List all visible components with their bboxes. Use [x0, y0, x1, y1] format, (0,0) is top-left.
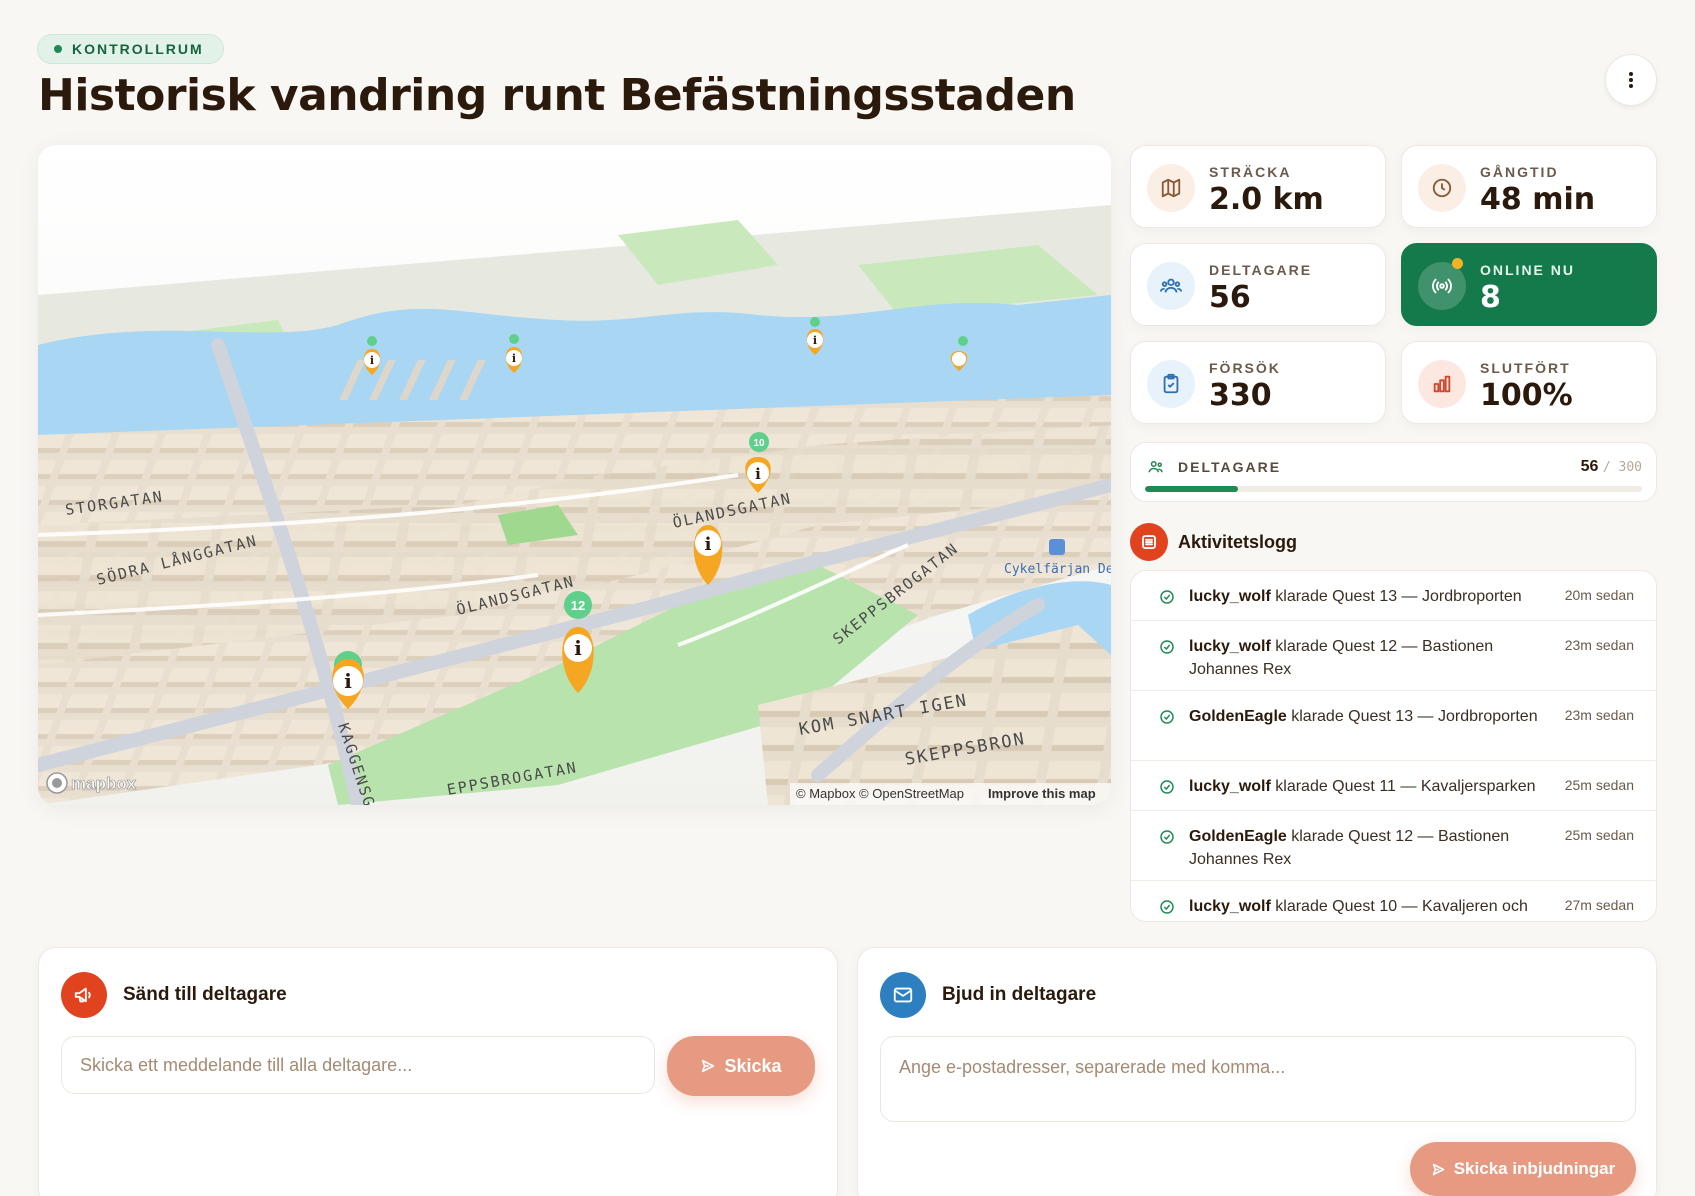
activity-log-item: lucky_wolf klarade Quest 11 — Kavaljersp… — [1131, 761, 1656, 811]
activity-text: GoldenEagle klarade Quest 13 — Jordbropo… — [1189, 708, 1538, 725]
route-map[interactable]: STORGATAN SÖDRA LÅNGGATAN ÖLANDSGATAN ÖL… — [38, 145, 1111, 805]
stat-value: 330 — [1209, 378, 1272, 413]
activity-log-item: lucky_wolf klarade Quest 13 — Jordbropor… — [1131, 571, 1656, 621]
activity-text: lucky_wolf klarade Quest 11 — Kavaljersp… — [1189, 778, 1536, 795]
megaphone-icon — [61, 972, 107, 1018]
activity-log-item: lucky_wolf klarade Quest 10 — Kavaljeren… — [1131, 881, 1656, 921]
svg-text:i: i — [344, 669, 352, 693]
stat-label: DELTAGARE — [1209, 262, 1313, 278]
svg-text:i: i — [512, 352, 516, 365]
send-invitations-label: Skicka inbjudningar — [1453, 1159, 1616, 1178]
activity-text: lucky_wolf klarade Quest 12 — Bastionen … — [1189, 638, 1494, 678]
progress-fill — [1145, 486, 1238, 492]
activity-time: 23m sedan — [1564, 707, 1634, 723]
activity-log-item: GoldenEagle klarade Quest 12 — Bastionen… — [1131, 811, 1656, 881]
svg-text:12: 12 — [571, 598, 585, 613]
badge-label: KONTROLLRUM — [72, 41, 204, 57]
improve-map-link[interactable]: Improve this map — [988, 786, 1096, 801]
svg-text:i: i — [370, 354, 374, 367]
participants-progress: DELTAGARE 56 / 300 — [1130, 442, 1657, 502]
more-options-button[interactable] — [1605, 54, 1657, 106]
invite-panel: Bjud in deltagare Ange e-postadresser, s… — [857, 947, 1657, 1196]
check-circle-icon — [1160, 590, 1174, 604]
check-circle-icon — [1160, 830, 1174, 844]
activity-time: 25m sedan — [1564, 827, 1634, 843]
progress-count: 56 / 300 — [1580, 458, 1642, 475]
poi-label: Cykelfärjan Des — [1004, 562, 1111, 577]
broadcast-panel: Sänd till deltagare Skicka ett meddeland… — [38, 947, 838, 1196]
activity-log-header: Aktivitetslogg — [1130, 523, 1297, 561]
more-vertical-icon — [1629, 72, 1633, 88]
svg-text:i: i — [574, 636, 582, 660]
stat-value: 8 — [1480, 280, 1501, 315]
stat-label: FÖRSÖK — [1209, 360, 1281, 376]
invite-emails-input[interactable]: Ange e-postadresser, separerade med komm… — [880, 1036, 1636, 1122]
activity-text: lucky_wolf klarade Quest 13 — Jordbropor… — [1189, 588, 1522, 605]
progress-track — [1145, 486, 1642, 492]
bar-chart-icon — [1418, 360, 1466, 408]
invite-title: Bjud in deltagare — [942, 984, 1097, 1005]
stat-label: GÅNGTID — [1480, 164, 1559, 180]
list-icon — [1130, 523, 1168, 561]
activity-time: 25m sedan — [1564, 777, 1634, 793]
stat-value: 100% — [1480, 378, 1573, 413]
map-icon — [1147, 164, 1195, 212]
stat-completed: SLUTFÖRT 100% — [1401, 341, 1657, 424]
stat-participants: DELTAGARE 56 — [1130, 243, 1386, 326]
activity-time: 23m sedan — [1564, 637, 1634, 653]
control-room-badge: KONTROLLRUM — [37, 34, 224, 64]
ferry-icon — [1049, 539, 1065, 555]
svg-text:i: i — [813, 334, 817, 347]
stat-attempts: FÖRSÖK 330 — [1130, 341, 1386, 424]
broadcast-title: Sänd till deltagare — [123, 984, 287, 1005]
broadcast-icon — [1418, 262, 1466, 310]
activity-log-item: GoldenEagle klarade Quest 13 — Jordbropo… — [1131, 691, 1656, 761]
clipboard-check-icon — [1147, 360, 1195, 408]
svg-text:i: i — [705, 534, 712, 555]
svg-text:i: i — [755, 465, 761, 483]
page-title: Historisk vandring runt Befästningsstade… — [38, 70, 1076, 121]
stat-value: 56 — [1209, 280, 1251, 315]
mail-icon — [880, 972, 926, 1018]
users-icon — [1148, 461, 1163, 473]
users-icon — [1147, 262, 1195, 310]
map-attribution[interactable]: © Mapbox © OpenStreetMap — [796, 786, 964, 801]
stat-label: SLUTFÖRT — [1480, 360, 1571, 376]
send-invitations-button[interactable]: Skicka inbjudningar — [1410, 1142, 1636, 1196]
stat-value: 48 min — [1480, 182, 1596, 217]
broadcast-message-input[interactable]: Skicka ett meddelande till alla deltagar… — [61, 1036, 655, 1094]
check-circle-icon — [1160, 780, 1174, 794]
activity-time: 20m sedan — [1564, 587, 1634, 603]
send-icon — [702, 1059, 715, 1073]
activity-log[interactable]: lucky_wolf klarade Quest 13 — Jordbropor… — [1130, 570, 1657, 922]
activity-text: lucky_wolf klarade Quest 10 — Kavaljeren… — [1189, 898, 1528, 915]
map-canvas[interactable]: STORGATAN SÖDRA LÅNGGATAN ÖLANDSGATAN ÖL… — [38, 145, 1111, 805]
stat-value: 2.0 km — [1209, 182, 1324, 217]
progress-label: DELTAGARE — [1178, 459, 1282, 475]
check-circle-icon — [1160, 710, 1174, 724]
check-circle-icon — [1160, 900, 1174, 914]
status-dot — [54, 45, 62, 53]
activity-log-title: Aktivitetslogg — [1178, 531, 1298, 552]
stat-label: ONLINE NU — [1480, 262, 1575, 278]
live-indicator — [1452, 258, 1463, 269]
activity-log-item: lucky_wolf klarade Quest 12 — Bastionen … — [1131, 621, 1656, 691]
svg-text:mapbox: mapbox — [71, 774, 137, 793]
send-button[interactable]: Skicka — [667, 1036, 815, 1096]
send-button-label: Skicka — [724, 1055, 782, 1076]
stat-label: STRÄCKA — [1209, 164, 1292, 180]
clock-icon — [1418, 164, 1466, 212]
send-icon — [1432, 1163, 1444, 1175]
activity-text: GoldenEagle klarade Quest 12 — Bastionen… — [1189, 828, 1510, 868]
activity-time: 27m sedan — [1564, 897, 1634, 913]
mapbox-logo[interactable]: mapbox — [46, 772, 137, 794]
svg-text:10: 10 — [753, 438, 765, 449]
stat-online-now: ONLINE NU 8 — [1401, 243, 1657, 326]
stat-walk-time: GÅNGTID 48 min — [1401, 145, 1657, 228]
stat-distance: STRÄCKA 2.0 km — [1130, 145, 1386, 228]
check-circle-icon — [1160, 640, 1174, 654]
